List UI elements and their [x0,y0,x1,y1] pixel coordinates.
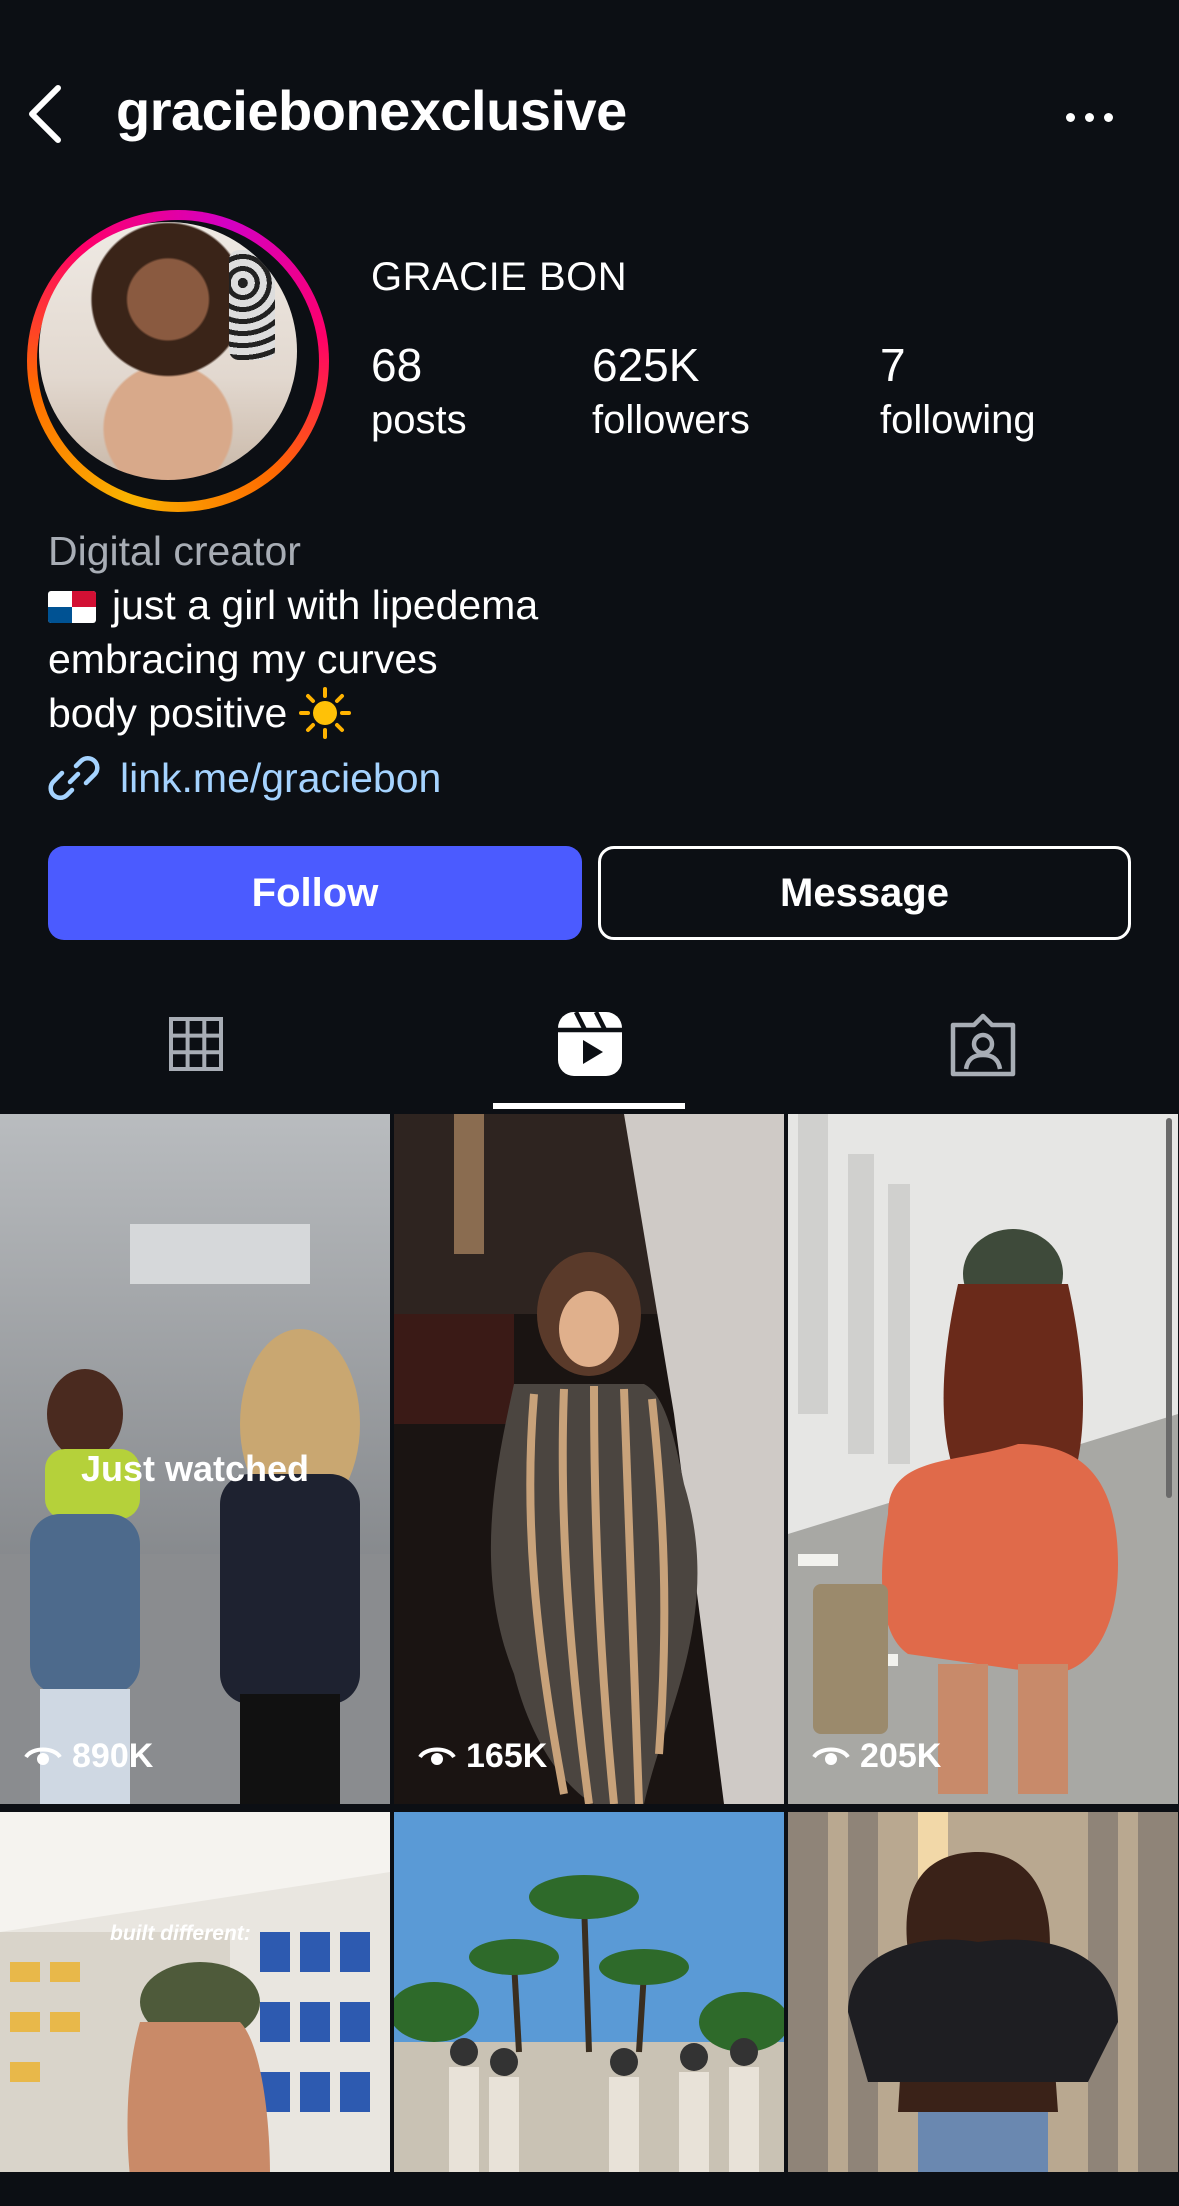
more-horizontal-icon [1066,112,1075,122]
profile-link[interactable]: link.me/graciebon [48,752,441,804]
reel-image [0,1812,390,2172]
followers-count[interactable]: 625K followers [592,338,750,443]
reel-thumbnail[interactable] [394,1812,784,2172]
following-count[interactable]: 7 following [880,338,1036,443]
following-count-value: 7 [880,339,906,391]
phone-case-image [229,250,275,360]
posts-count-label: posts [371,398,467,442]
profile-link-text: link.me/graciebon [120,754,442,801]
category-label: Digital creator [48,528,301,574]
bio-line-1-text: just a girl with lipedema [112,582,539,628]
reel-thumbnail[interactable]: Just watched 890K [0,1114,390,1804]
followers-count-label: followers [592,398,750,442]
display-name: GRACIE BON [371,255,628,299]
tagged-icon [950,1013,1016,1077]
reel-view-count: 165K [418,1737,547,1776]
more-options-button[interactable] [1066,92,1126,142]
reel-image [788,1812,1178,2172]
reel-view-count-value: 205K [860,1737,942,1775]
bio-line-3-text: body positive [48,690,288,736]
reel-view-count-value: 165K [466,1737,548,1775]
bio-line-2: embracing my curves [48,636,438,682]
following-count-label: following [880,398,1036,442]
reel-overlay-caption: built different: [110,1922,251,1945]
reel-view-count: 205K [812,1737,941,1776]
follow-button[interactable]: Follow [48,846,582,940]
profile-username: graciebonexclusive [116,79,627,142]
message-button[interactable]: Message [598,846,1131,940]
eye-icon [24,1747,62,1765]
reel-image [394,1812,784,2172]
reel-view-count: 890K [24,1737,153,1776]
avatar [39,222,297,480]
posts-count[interactable]: 68 posts [371,338,467,443]
grid-icon [169,1017,223,1071]
reel-thumbnail[interactable] [788,1812,1178,2172]
bio-line-1: ★ ★ just a girl with lipedema [48,578,1148,632]
posts-count-value: 68 [371,339,423,391]
back-button[interactable] [22,82,70,146]
bottom-edge [0,2176,1179,2206]
panama-flag-icon: ★ ★ [48,591,96,623]
followers-count-value: 625K [592,339,700,391]
reel-thumbnail[interactable]: 205K [788,1114,1178,1804]
tab-reels[interactable] [555,1004,625,1084]
reel-thumbnail[interactable]: 165K [394,1114,784,1804]
scrollbar[interactable] [1166,1118,1172,1498]
reel-thumbnail[interactable]: built different: [0,1812,390,2172]
link-icon [48,755,100,801]
reel-image [394,1114,784,1804]
bio-line-3: body positive [48,686,1148,740]
sun-emoji-icon [299,687,352,739]
tab-tagged[interactable] [948,1004,1018,1084]
eye-icon [418,1747,456,1765]
reel-view-count-value: 890K [72,1737,154,1775]
chevron-left-icon [29,85,61,143]
avatar-story-ring[interactable] [27,210,329,512]
reel-image [788,1114,1178,1804]
just-watched-badge: Just watched [80,1448,310,1489]
eye-icon [812,1747,850,1765]
active-tab-indicator [493,1103,685,1109]
reels-icon [558,1010,622,1076]
profile-bio: Digital creator ★ ★ just a girl with lip… [48,524,1148,740]
tab-posts[interactable] [161,1004,231,1084]
